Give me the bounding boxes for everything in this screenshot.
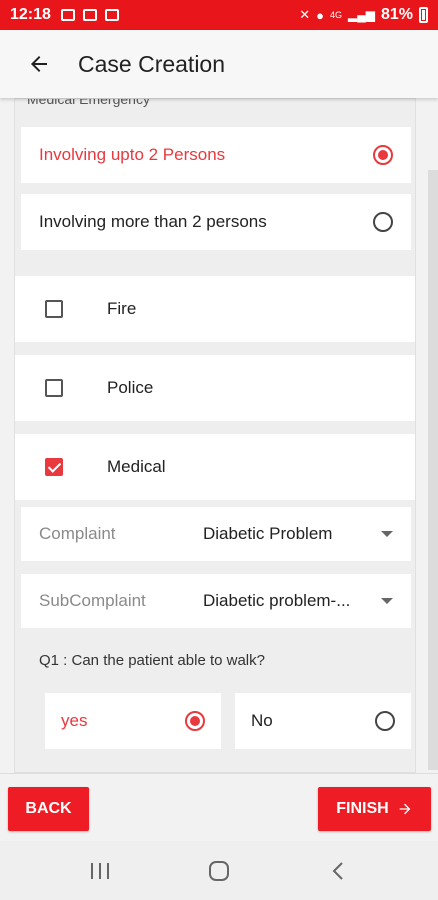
subcomplaint-value: Diabetic problem-...	[203, 591, 351, 610]
battery-icon	[419, 7, 428, 23]
home-button[interactable]	[195, 851, 243, 891]
checkbox-icon	[45, 379, 63, 397]
answer-label: No	[251, 711, 273, 730]
complaint-label: Complaint	[39, 524, 116, 543]
service-label: Fire	[107, 299, 137, 318]
checklist-icon	[104, 9, 119, 21]
status-bar: 12:18 ✕ ● 4G ▂▄▆ 81%	[0, 0, 438, 30]
signal-icon: ▂▄▆	[348, 8, 375, 22]
radio-selected-icon	[373, 145, 393, 165]
case-form[interactable]: Medical Emergency Involving upto 2 Perso…	[14, 98, 416, 773]
mute-icon: ✕	[299, 7, 311, 22]
service-label: Police	[107, 378, 154, 397]
section-label: Medical Emergency	[27, 98, 150, 107]
system-back-button[interactable]	[314, 851, 362, 891]
severity-option-more-than-2[interactable]: Involving more than 2 persons	[21, 194, 411, 250]
recent-apps-button[interactable]	[76, 851, 124, 891]
back-arrow-button[interactable]	[14, 39, 64, 89]
scrollbar[interactable]	[428, 170, 438, 770]
page-title: Case Creation	[78, 50, 226, 77]
answer-label: yes	[61, 711, 88, 730]
back-button-label: BACK	[25, 800, 72, 817]
service-fire[interactable]: Fire	[15, 276, 415, 342]
finish-button-label: FINISH	[336, 800, 389, 817]
checkbox-icon	[45, 300, 63, 318]
radio-selected-icon	[185, 711, 205, 731]
checkbox-checked-icon	[45, 458, 63, 476]
radio-unselected-icon	[373, 212, 393, 232]
complaint-select[interactable]: Complaint Diabetic Problem	[21, 507, 411, 561]
answer-no[interactable]: No	[235, 693, 411, 749]
app-bar: Case Creation	[0, 30, 438, 98]
complaint-value: Diabetic Problem	[203, 524, 333, 543]
footer-bar: BACK FINISH	[0, 773, 438, 841]
finish-button[interactable]: FINISH	[318, 787, 431, 831]
home-icon	[208, 860, 229, 881]
answer-yes[interactable]: yes	[45, 693, 221, 749]
recent-apps-icon	[90, 862, 109, 879]
arrow-right-icon	[399, 803, 411, 815]
battery-level: 81%	[380, 6, 413, 23]
network-type: 4G	[329, 10, 342, 20]
service-label: Medical	[107, 457, 166, 476]
message-icon	[82, 9, 97, 21]
dropdown-arrow-icon	[381, 531, 393, 537]
severity-option-upto-2[interactable]: Involving upto 2 Persons	[21, 127, 411, 183]
service-medical[interactable]: Medical	[15, 434, 415, 500]
dropdown-arrow-icon	[381, 598, 393, 604]
status-time: 12:18	[10, 6, 51, 23]
option-label: Involving upto 2 Persons	[39, 145, 226, 164]
location-icon: ●	[316, 7, 324, 23]
option-label: Involving more than 2 persons	[39, 212, 267, 231]
chevron-left-icon	[332, 861, 344, 880]
service-police[interactable]: Police	[15, 355, 415, 421]
subcomplaint-label: SubComplaint	[39, 591, 146, 610]
question-text: Q1 : Can the patient able to walk?	[39, 652, 265, 669]
subcomplaint-select[interactable]: SubComplaint Diabetic problem-...	[21, 574, 411, 628]
system-nav-bar	[0, 841, 438, 900]
gallery-icon	[60, 9, 75, 21]
back-button[interactable]: BACK	[8, 787, 89, 831]
back-arrow-icon	[31, 56, 47, 72]
radio-unselected-icon	[375, 711, 395, 731]
notification-icons	[60, 9, 119, 21]
